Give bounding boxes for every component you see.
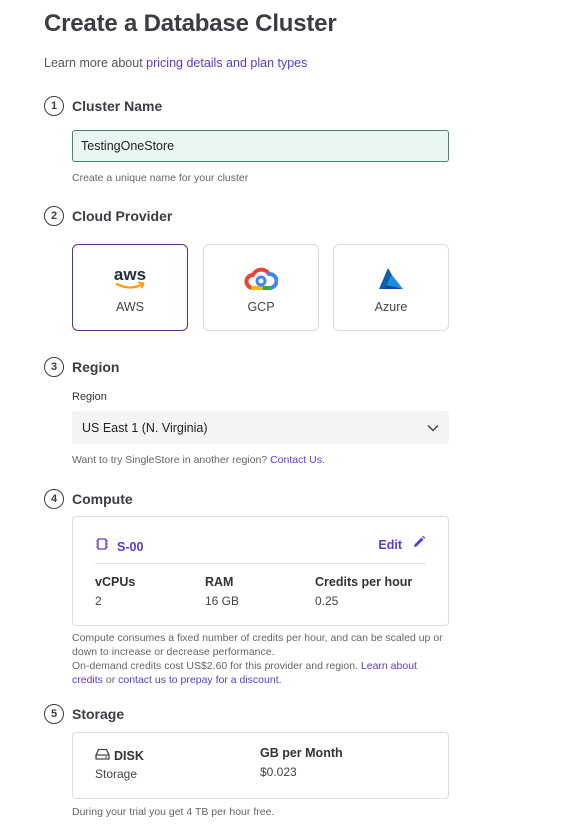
ram-label: RAM [205, 575, 234, 589]
step-compute: 4 Compute [44, 489, 133, 509]
compute-note: Compute consumes a fixed number of credi… [72, 631, 443, 687]
step-region: 3 Region [44, 357, 119, 377]
region-field-label: Region [72, 391, 107, 403]
step-title-compute: Compute [72, 491, 133, 507]
cluster-name-helper: Create a unique name for your cluster [72, 172, 249, 184]
azure-logo-icon [376, 262, 406, 292]
step-storage: 5 Storage [44, 704, 124, 724]
page-subtitle: Learn more about pricing details and pla… [44, 56, 307, 70]
compute-divider [95, 563, 426, 564]
vcpus-value: 2 [95, 594, 102, 608]
edit-label: Edit [378, 537, 402, 552]
compute-note-line3: On-demand credits cost US$2.60 for this … [72, 659, 443, 673]
provider-card-aws[interactable]: aws AWS [72, 244, 188, 331]
compute-note-line1: Compute consumes a fixed number of credi… [72, 632, 443, 644]
compute-size: S-00 [95, 537, 143, 556]
disk-icon [95, 747, 110, 765]
step-number-2: 2 [44, 206, 64, 226]
step-number-3: 3 [44, 357, 64, 377]
step-cloud-provider: 2 Cloud Provider [44, 206, 172, 226]
gb-per-month-value: $0.023 [260, 765, 297, 779]
compute-note-line3-text: On-demand credits cost US$2.60 for this … [72, 660, 361, 672]
subtitle-text: Learn more about [44, 56, 147, 70]
compute-size-label: S-00 [117, 539, 144, 554]
step-cluster-name: 1 Cluster Name [44, 96, 162, 116]
ram-value: 16 GB [205, 594, 240, 608]
chip-icon [95, 537, 109, 556]
compute-note-line2: down to increase or decrease performance… [72, 646, 275, 658]
compute-note-line4: credits or contact us to prepay for a di… [72, 673, 443, 687]
learn-about-link[interactable]: Learn about [361, 660, 417, 672]
contact-us-link[interactable]: Contact Us. [270, 454, 325, 466]
aws-logo-text: aws [114, 265, 146, 284]
step-number-5: 5 [44, 704, 64, 724]
aws-logo-icon: aws [113, 262, 147, 292]
page-title: Create a Database Cluster [44, 10, 337, 37]
region-select[interactable]: US East 1 (N. Virginia) [72, 411, 449, 444]
step-title-region: Region [72, 359, 120, 375]
provider-label-aws: AWS [115, 299, 144, 314]
step-number-1: 1 [44, 96, 64, 116]
gb-per-month-label: GB per Month [260, 746, 343, 760]
credits-value: 0.25 [315, 594, 339, 608]
chevron-down-icon [427, 421, 439, 435]
provider-card-azure[interactable]: Azure [333, 244, 449, 331]
step-title-storage: Storage [72, 706, 125, 722]
compute-note-or: or [102, 674, 119, 686]
contact-prepay-link[interactable]: contact us to prepay for a discount. [118, 674, 281, 686]
pricing-details-link[interactable]: pricing details and plan types [146, 56, 307, 70]
step-title-cluster-name: Cluster Name [72, 98, 163, 114]
provider-label-gcp: GCP [247, 299, 275, 314]
storage-card: DISK Storage GB per Month $0.023 [72, 732, 449, 799]
credits-link[interactable]: credits [72, 674, 103, 686]
storage-sub-label: Storage [95, 767, 138, 781]
vcpus-label: vCPUs [95, 575, 136, 589]
compute-card: S-00 Edit vCPUs 2 RAM 16 GB Credits per … [72, 516, 449, 626]
region-helper-text: Want to try SingleStore in another regio… [72, 454, 271, 466]
credits-label: Credits per hour [315, 575, 413, 589]
provider-label-azure: Azure [374, 299, 408, 314]
step-title-cloud-provider: Cloud Provider [72, 208, 173, 224]
gcp-cloud-icon [244, 262, 278, 292]
region-selected-value: US East 1 (N. Virginia) [82, 420, 208, 435]
step-number-4: 4 [44, 489, 64, 509]
region-helper: Want to try SingleStore in another regio… [72, 453, 325, 467]
disk-label: DISK [114, 749, 144, 763]
storage-type: DISK [95, 747, 144, 765]
pencil-icon [412, 535, 426, 554]
cluster-name-input[interactable]: TestingOneStore [72, 130, 449, 162]
storage-helper: During your trial you get 4 TB per hour … [72, 806, 275, 818]
provider-card-gcp[interactable]: GCP [203, 244, 319, 331]
edit-compute-button[interactable]: Edit [378, 535, 426, 554]
